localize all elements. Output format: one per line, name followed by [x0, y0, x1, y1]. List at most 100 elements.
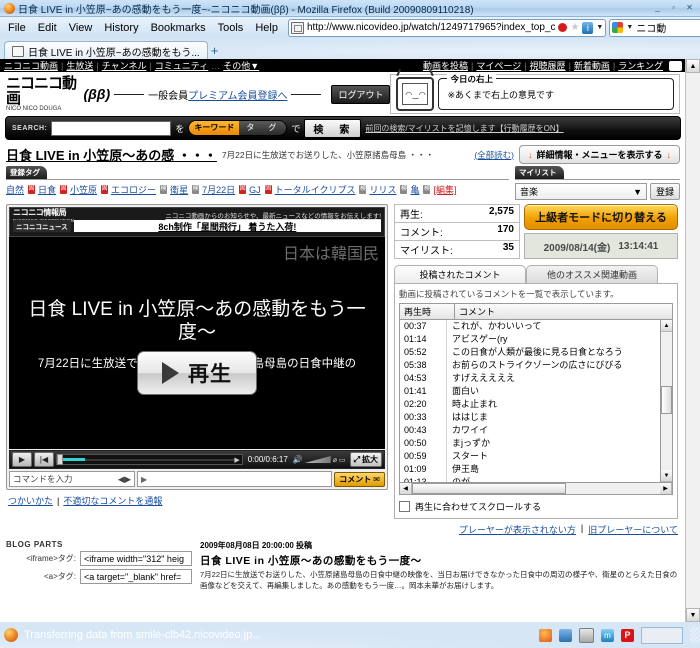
page-scrollbar[interactable]: ▲ ▼: [685, 59, 700, 622]
browser-search-box[interactable]: ▼ ニコ動: [609, 18, 700, 37]
table-row[interactable]: 00:37 これが、かわいいって: [400, 320, 660, 333]
scroll-down-icon[interactable]: ▼: [661, 470, 672, 482]
menu-bookmarks[interactable]: Bookmarks: [145, 20, 212, 36]
tab-related-videos[interactable]: 他のオススメ関連動画: [526, 265, 658, 283]
tag-search-icon[interactable]: 検: [192, 185, 200, 194]
nav-other[interactable]: その他▼: [223, 59, 259, 72]
close-button[interactable]: ✕: [685, 4, 694, 13]
tray-clock[interactable]: [641, 626, 683, 644]
search-note[interactable]: 前回の検索/マイリストを記憶します【行動履歴をON】: [365, 123, 563, 134]
menu-help[interactable]: Help: [249, 20, 284, 36]
tag-lock-icon[interactable]: 固: [101, 185, 109, 194]
maximize-button[interactable]: ▫: [669, 4, 678, 13]
chevron-down-icon[interactable]: ▼: [626, 24, 633, 31]
nav-history[interactable]: 視聴履歴: [530, 59, 566, 72]
comment-submit-button[interactable]: コメント ✉: [334, 471, 385, 487]
scroll-left-icon[interactable]: ◀: [400, 483, 412, 494]
volume-control[interactable]: 🔊: [293, 455, 331, 464]
menu-file[interactable]: File: [2, 20, 32, 36]
mylist-select[interactable]: 音楽 ▼: [515, 183, 647, 200]
search-mode-toggle[interactable]: キーワード タ グ: [188, 120, 288, 136]
tag-item[interactable]: 日食: [38, 183, 56, 196]
table-row[interactable]: 05:38 お前らのストライクゾーンの広さにびびる: [400, 359, 660, 372]
search-button[interactable]: 検 索: [304, 118, 362, 138]
menu-history[interactable]: History: [98, 20, 144, 36]
new-tab-button[interactable]: +: [211, 43, 219, 60]
comment-input[interactable]: ▶: [137, 471, 333, 487]
table-row[interactable]: 00:33 ははじま: [400, 411, 660, 424]
logout-button[interactable]: ログアウト: [331, 84, 391, 104]
read-all-link[interactable]: (全部読む): [474, 149, 514, 161]
search-mode-tag[interactable]: タ グ: [239, 121, 287, 135]
table-row[interactable]: 04:53 すげえええええ: [400, 372, 660, 385]
show-detail-menu-button[interactable]: ↓ 詳細情報・メニューを表示する ↓: [518, 145, 680, 164]
table-row[interactable]: 01:09 伊王島: [400, 463, 660, 476]
autoscroll-row[interactable]: 再生に合わせてスクロールする: [399, 500, 673, 513]
minimize-button[interactable]: _: [653, 4, 662, 13]
tag-search-icon[interactable]: 検: [423, 185, 431, 194]
tag-item[interactable]: GJ: [249, 185, 261, 195]
tag-search-icon[interactable]: 検: [160, 185, 168, 194]
scroll-right-icon[interactable]: ▶: [660, 483, 672, 494]
tag-lock-icon[interactable]: 固: [60, 185, 68, 194]
tag-item[interactable]: 小笠原: [70, 183, 97, 196]
tag-item[interactable]: エコロジー: [111, 183, 156, 196]
resize-grip[interactable]: [690, 627, 700, 643]
report-comment-link[interactable]: 不適切なコメントを通報: [63, 494, 162, 507]
firefox-taskbar-icon[interactable]: [4, 628, 18, 642]
chevron-down-icon[interactable]: ▼: [596, 24, 603, 31]
tag-item[interactable]: 自然: [6, 183, 24, 196]
speaker-icon[interactable]: 🔊: [293, 455, 303, 464]
tag-item[interactable]: 7月22日: [202, 183, 235, 196]
tray-messenger-icon[interactable]: m: [601, 628, 614, 642]
address-bar[interactable]: http://www.nicovideo.jp/watch/1249717965…: [287, 18, 607, 37]
mylist-register-button[interactable]: 登録: [649, 183, 680, 200]
nav-community[interactable]: コミュニティ: [155, 59, 208, 72]
scroll-up-icon[interactable]: ▲: [661, 320, 672, 332]
nav-channel[interactable]: チャンネル: [102, 59, 147, 72]
page-title[interactable]: 日食 LIVE in 小笠原～あの感 ・・・: [6, 145, 217, 164]
tag-lock-icon[interactable]: 固: [264, 185, 272, 194]
tag-lock-icon[interactable]: 固: [239, 185, 247, 194]
table-row[interactable]: 00:59 スタート: [400, 450, 660, 463]
tag-search-icon[interactable]: 検: [359, 185, 367, 194]
table-row[interactable]: 00:43 カワイイ: [400, 424, 660, 437]
table-row[interactable]: 02:20 時よ止まれ: [400, 398, 660, 411]
comment-horizontal-scrollbar[interactable]: ◀ ▶: [400, 482, 672, 494]
table-row[interactable]: 01:41 面白い: [400, 385, 660, 398]
volume-slider[interactable]: [304, 456, 331, 463]
nav-ranking[interactable]: ランキング: [618, 59, 663, 72]
site-logo[interactable]: ニコニコ動画 NICO NICO DOUGA: [6, 76, 82, 112]
hscroll-thumb[interactable]: [412, 483, 566, 494]
search-input[interactable]: [51, 120, 172, 136]
table-row[interactable]: 01:14 アビスゲー(ry: [400, 333, 660, 346]
news-marquee[interactable]: 8ch制作「星間飛行」 着うた入荷!: [73, 220, 381, 232]
nav-mypage[interactable]: マイページ: [476, 59, 521, 72]
tag-edit-link[interactable]: [編集]: [433, 183, 456, 196]
scroll-up-icon[interactable]: ▲: [686, 59, 700, 73]
premium-signup-link[interactable]: プレミアム会員登録へ: [188, 87, 287, 102]
tag-item[interactable]: トータルイクリプス: [275, 183, 356, 196]
tray-network-icon[interactable]: [559, 628, 572, 642]
menu-view[interactable]: View: [63, 20, 99, 36]
table-row[interactable]: 00:50 まjっずか: [400, 437, 660, 450]
scroll-down-icon[interactable]: ▼: [686, 608, 700, 622]
tag-search-icon[interactable]: 検: [400, 185, 408, 194]
seek-bar[interactable]: ▶: [56, 454, 243, 465]
player-not-displayed-link[interactable]: プレーヤーが表示されない方: [459, 523, 576, 536]
comment-visibility-icon[interactable]: ▭: [339, 456, 346, 464]
tray-p-icon[interactable]: P: [621, 628, 634, 642]
menu-tools[interactable]: Tools: [212, 20, 250, 36]
tag-lock-icon[interactable]: 固: [28, 185, 36, 194]
menu-edit[interactable]: Edit: [32, 20, 63, 36]
play-icon[interactable]: ▶: [12, 452, 32, 467]
identity-icon[interactable]: i: [582, 21, 594, 34]
tag-item[interactable]: 亀: [410, 183, 419, 196]
how-to-use-link[interactable]: つかいかた: [8, 494, 53, 507]
play-button[interactable]: 再生: [137, 350, 257, 395]
nav-live[interactable]: 生放送: [66, 59, 93, 72]
old-player-link[interactable]: 旧プレーヤーについて: [588, 523, 678, 536]
rewind-icon[interactable]: |◀: [34, 452, 54, 467]
bookmark-star-icon[interactable]: ★: [570, 22, 579, 33]
a-tag-input[interactable]: <a target="_blank" href=: [80, 569, 192, 584]
